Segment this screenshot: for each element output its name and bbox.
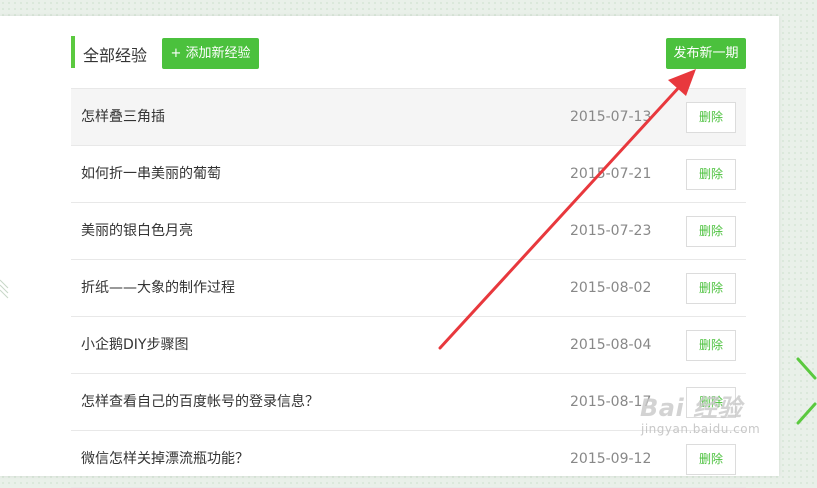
delete-button[interactable]: 删除	[686, 102, 736, 133]
delete-button[interactable]: 删除	[686, 273, 736, 304]
list-item: 美丽的银白色月亮 2015-07-23 删除	[71, 203, 746, 260]
panel-header: 全部经验 + 添加新经验 发布新一期	[71, 36, 746, 70]
list-item: 小企鹅DIY步骤图 2015-08-04 删除	[71, 317, 746, 374]
delete-button[interactable]: 删除	[686, 216, 736, 247]
publish-new-issue-button[interactable]: 发布新一期	[666, 38, 746, 69]
experience-list: 怎样叠三角插 2015-07-13 删除 如何折一串美丽的葡萄 2015-07-…	[71, 88, 746, 488]
experience-title[interactable]: 微信怎样关掉漂流瓶功能？	[81, 431, 249, 487]
experience-panel: 全部经验 + 添加新经验 发布新一期 怎样叠三角插 2015-07-13 删除 …	[0, 16, 779, 488]
experience-title[interactable]: 折纸——大象的制作过程	[81, 260, 235, 316]
delete-button[interactable]: 删除	[686, 330, 736, 361]
experience-date: 2015-07-13	[570, 109, 652, 125]
list-item: 折纸——大象的制作过程 2015-08-02 删除	[71, 260, 746, 317]
experience-date: 2015-09-12	[570, 451, 652, 467]
experience-date: 2015-07-21	[570, 166, 652, 182]
experience-title[interactable]: 怎样叠三角插	[81, 89, 165, 145]
add-experience-button[interactable]: + 添加新经验	[162, 38, 259, 69]
experience-date: 2015-08-17	[570, 394, 652, 410]
experience-date: 2015-07-23	[570, 223, 652, 239]
list-item: 如何折一串美丽的葡萄 2015-07-21 删除	[71, 146, 746, 203]
experience-date: 2015-08-02	[570, 280, 652, 296]
header-accent-bar	[71, 36, 75, 68]
delete-button[interactable]: 删除	[686, 387, 736, 418]
experience-title[interactable]: 美丽的银白色月亮	[81, 203, 193, 259]
experience-title[interactable]: 怎样查看自己的百度帐号的登录信息？	[81, 374, 319, 430]
list-item: 怎样叠三角插 2015-07-13 删除	[71, 89, 746, 146]
experience-title[interactable]: 如何折一串美丽的葡萄	[81, 146, 221, 202]
page-title: 全部经验	[83, 46, 148, 65]
next-chevron-icon[interactable]	[795, 356, 817, 426]
list-item: 怎样查看自己的百度帐号的登录信息？ 2015-08-17 删除	[71, 374, 746, 431]
experience-date: 2015-08-04	[570, 337, 652, 353]
delete-button[interactable]: 删除	[686, 159, 736, 190]
experience-title[interactable]: 小企鹅DIY步骤图	[81, 317, 188, 373]
